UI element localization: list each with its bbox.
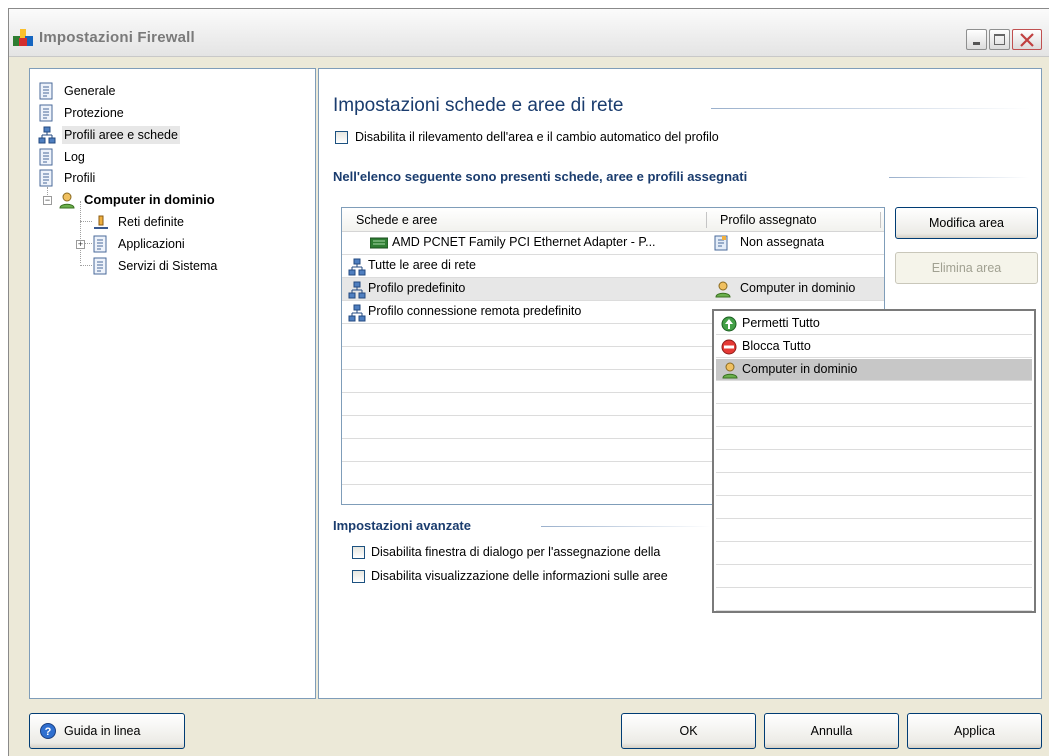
list-header: Schede e aree Profilo assegnato: [342, 208, 884, 232]
dropdown-empty-row: [716, 474, 1032, 496]
modify-area-button[interactable]: Modifica area: [895, 207, 1038, 239]
network-adapter-icon: [370, 237, 388, 249]
window-title: Impostazioni Firewall: [39, 29, 195, 46]
tree-item-label: Applicazioni: [118, 237, 185, 251]
dropdown-empty-row: [716, 405, 1032, 427]
tree-item-label: Profili: [64, 171, 96, 185]
user-icon: [722, 362, 738, 379]
dropdown-empty-row: [716, 428, 1032, 450]
user-icon: [59, 192, 75, 209]
network-plug-icon: [94, 215, 108, 229]
table-row[interactable]: Tutte le aree di rete: [342, 255, 884, 278]
ok-button[interactable]: OK: [621, 713, 756, 749]
expand-toggle[interactable]: +: [76, 240, 85, 249]
minimize-button[interactable]: [966, 29, 987, 50]
cancel-button[interactable]: Annulla: [764, 713, 899, 749]
disable-detection-label: Disabilita il rilevamento dell'area e il…: [355, 130, 719, 144]
dropdown-option-label: Computer in dominio: [742, 362, 858, 376]
list-heading: Nell'elenco seguente sono presenti sched…: [333, 169, 748, 184]
disable-assignment-dialog-checkbox[interactable]: [352, 546, 365, 559]
disable-assignment-dialog-label: Disabilita finestra di dialogo per l'ass…: [371, 545, 661, 559]
close-button[interactable]: [1012, 29, 1042, 50]
dropdown-option-blocca-tutto[interactable]: Blocca Tutto: [716, 336, 1032, 358]
document-icon: [39, 169, 53, 187]
settings-tree: Generale Protezione Profili aree e sched…: [29, 68, 316, 699]
svg-text:?: ?: [45, 726, 52, 738]
advanced-heading: Impostazioni avanzate: [333, 518, 471, 533]
tree-item-label: Profili aree e schede: [62, 126, 180, 144]
tree-line: [80, 221, 92, 222]
apply-button[interactable]: Applica: [907, 713, 1042, 749]
collapse-toggle[interactable]: −: [43, 196, 52, 205]
delete-area-button[interactable]: Elimina area: [895, 252, 1038, 284]
dropdown-empty-row: [716, 566, 1032, 588]
firewall-settings-window: Impostazioni Firewall Generale Protezion…: [8, 8, 1049, 756]
avg-logo-icon: [13, 29, 33, 46]
disable-area-info-checkbox[interactable]: [352, 570, 365, 583]
divider: [711, 108, 1031, 109]
tree-item-label: Servizi di Sistema: [118, 259, 218, 273]
dropdown-empty-row: [716, 497, 1032, 519]
column-separator[interactable]: [706, 212, 707, 228]
help-icon: ?: [40, 723, 56, 739]
close-icon: [1020, 33, 1034, 47]
document-icon: [39, 82, 53, 100]
dropdown-empty-row: [716, 589, 1032, 611]
area-name: Profilo connessione remota predefinito: [368, 304, 582, 318]
divider: [541, 526, 711, 527]
tree-item-label: Generale: [64, 84, 116, 98]
disable-area-info-label: Disabilita visualizzazione delle informa…: [371, 569, 668, 583]
document-icon: [39, 104, 53, 122]
dropdown-option-label: Blocca Tutto: [742, 339, 811, 353]
tree-line: [80, 265, 92, 266]
table-row[interactable]: AMD PCNET Family PCI Ethernet Adapter - …: [342, 232, 884, 255]
help-button-label: Guida in linea: [64, 724, 141, 738]
assigned-profile: Computer in dominio: [740, 281, 856, 295]
document-icon: [93, 235, 107, 253]
maximize-icon: [994, 34, 1005, 45]
network-icon: [348, 281, 366, 299]
tree-line: [80, 201, 81, 263]
dropdown-empty-row: [716, 520, 1032, 542]
maximize-button[interactable]: [989, 29, 1010, 50]
divider: [889, 177, 1029, 178]
tree-item-label: Computer in dominio: [84, 192, 215, 207]
help-button[interactable]: ? Guida in linea: [29, 713, 185, 749]
assigned-profile: Non assegnata: [740, 235, 825, 249]
title-bar[interactable]: Impostazioni Firewall: [9, 9, 1049, 57]
user-icon: [715, 281, 731, 298]
column-separator[interactable]: [880, 212, 881, 228]
content-panel: Impostazioni schede e aree di rete Disab…: [318, 68, 1042, 699]
network-icon: [348, 258, 366, 276]
dropdown-empty-row: [716, 382, 1032, 404]
column-header-profilo[interactable]: Profilo assegnato: [720, 213, 817, 227]
disable-detection-checkbox[interactable]: [335, 131, 348, 144]
area-name: Profilo predefinito: [368, 281, 466, 295]
block-icon: [721, 339, 737, 355]
document-icon: [39, 148, 53, 166]
minimize-icon: [973, 42, 980, 45]
profile-dropdown-list[interactable]: Permetti Tutto Blocca Tutto Computer in …: [712, 309, 1036, 613]
dropdown-empty-row: [716, 543, 1032, 565]
tree-item-label: Protezione: [64, 106, 124, 120]
dropdown-option-permetti-tutto[interactable]: Permetti Tutto: [716, 313, 1032, 335]
tree-item-label: Log: [64, 150, 85, 164]
area-name: Tutte le aree di rete: [368, 258, 476, 272]
dropdown-empty-row: [716, 451, 1032, 473]
network-icon: [348, 304, 366, 322]
table-row-selected[interactable]: Profilo predefinito Computer in dominio: [342, 278, 884, 301]
tree-item-label: Reti definite: [118, 215, 185, 229]
dropdown-option-label: Permetti Tutto: [742, 316, 820, 330]
allow-icon: [721, 316, 737, 332]
dropdown-option-computer-in-dominio[interactable]: Computer in dominio: [716, 359, 1032, 381]
unassigned-icon: [714, 235, 728, 251]
area-name: AMD PCNET Family PCI Ethernet Adapter - …: [392, 235, 656, 249]
column-header-schede[interactable]: Schede e aree: [356, 213, 437, 227]
network-icon: [38, 126, 56, 144]
document-icon: [93, 257, 107, 275]
page-title: Impostazioni schede e aree di rete: [333, 95, 624, 116]
